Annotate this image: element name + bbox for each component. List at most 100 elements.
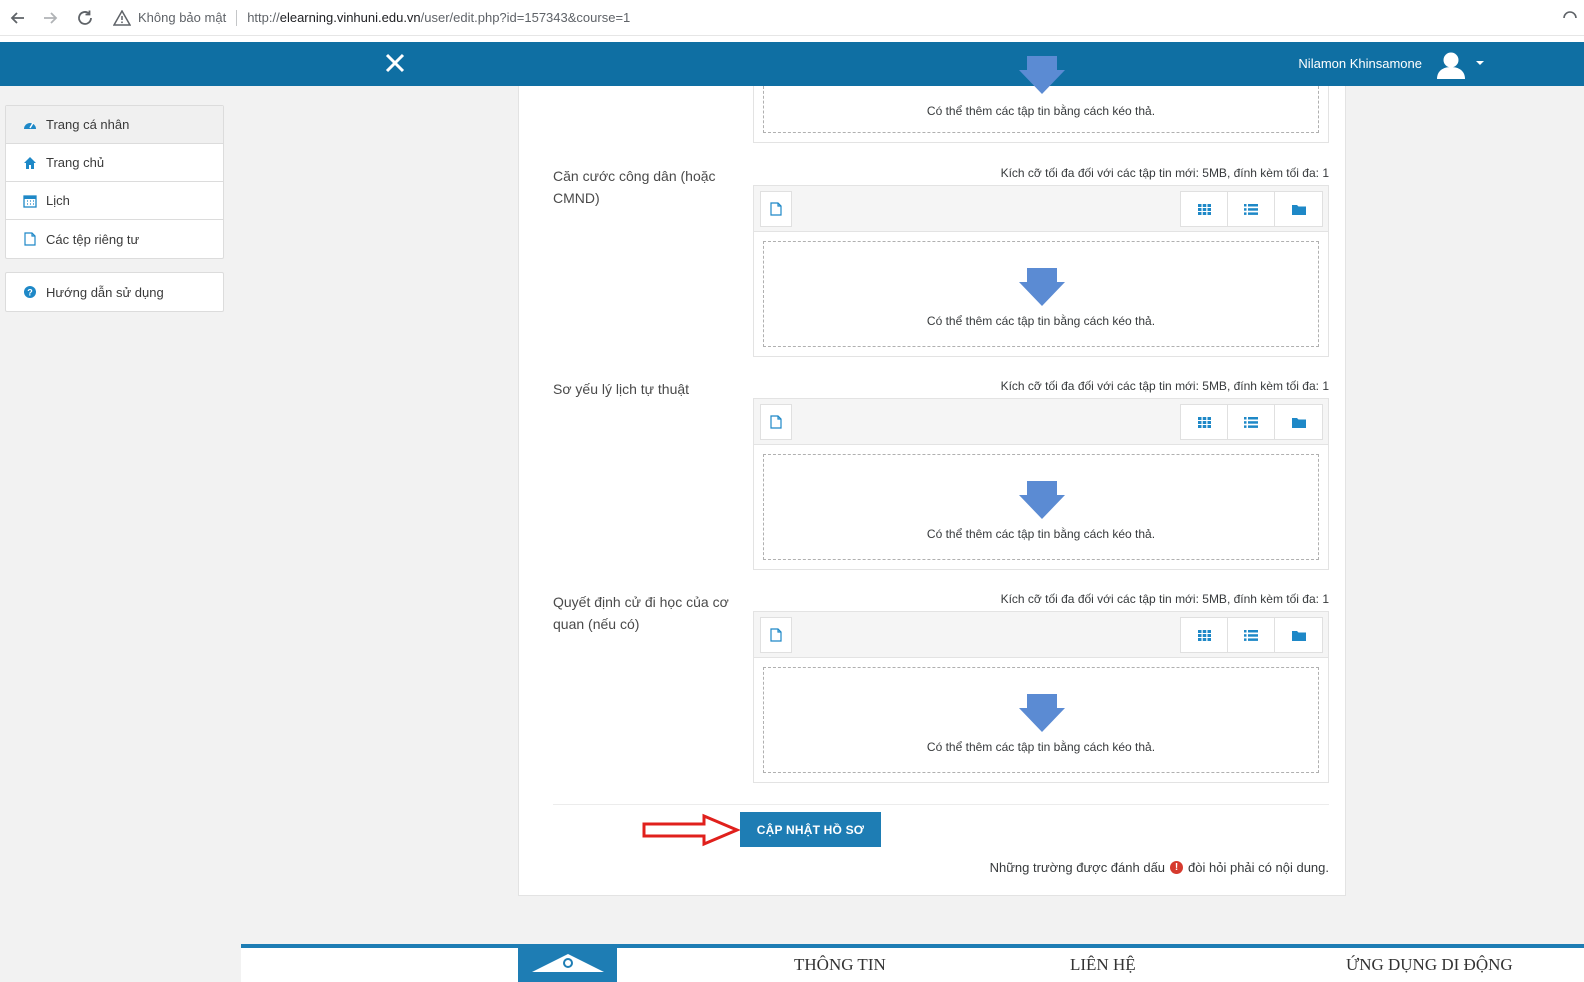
form-divider xyxy=(553,804,1329,805)
address-bar[interactable]: Không bảo mật http://elearning.vinhuni.e… xyxy=(112,0,630,36)
file-icon xyxy=(770,202,782,216)
footer-logo[interactable] xyxy=(518,948,617,982)
required-note: Những trường được đánh dấu ! đòi hỏi phả… xyxy=(990,860,1329,875)
sidebar-help: ? Hướng dẫn sử dụng xyxy=(5,272,224,312)
view-switcher xyxy=(1180,404,1323,440)
user-menu-caret-icon[interactable] xyxy=(1476,61,1484,65)
drop-arrow-icon xyxy=(1019,268,1065,306)
forward-button[interactable] xyxy=(34,0,68,36)
sidebar-nav: Trang cá nhân Trang chủ Lịch Các tệp riê… xyxy=(5,105,224,259)
grid-view-button[interactable] xyxy=(1181,618,1228,652)
dashboard-icon xyxy=(22,117,38,133)
add-file-button[interactable] xyxy=(760,617,792,653)
footer-link-info[interactable]: THÔNG TIN xyxy=(794,955,886,975)
back-button[interactable] xyxy=(0,0,34,36)
menu-icon[interactable] xyxy=(1562,8,1578,28)
security-label: Không bảo mật xyxy=(138,10,227,25)
sidebar-item-label: Trang cá nhân xyxy=(46,117,130,132)
drop-hint: Có thể thêm các tập tin bằng cách kéo th… xyxy=(926,314,1156,328)
max-size-note: Kích cỡ tối đa đối với các tập tin mới: … xyxy=(1000,592,1329,606)
filepicker-dropzone[interactable]: Có thể thêm các tập tin bằng cách kéo th… xyxy=(763,667,1319,773)
required-note-prefix: Những trường được đánh dấu xyxy=(989,860,1166,875)
user-avatar-icon xyxy=(1437,52,1465,79)
field-label-cv: Sơ yếu lý lịch tự thuật xyxy=(553,381,690,397)
drop-arrow-icon xyxy=(1019,56,1065,94)
filepicker-dropzone[interactable]: Có thể thêm các tập tin bằng cách kéo th… xyxy=(763,241,1319,347)
avatar[interactable] xyxy=(1434,48,1468,82)
warning-icon xyxy=(112,9,132,27)
drop-hint: Có thể thêm các tập tin bằng cách kéo th… xyxy=(926,104,1156,118)
sidebar-item-private-files[interactable]: Các tệp riêng tư xyxy=(6,220,223,258)
list-icon xyxy=(1244,203,1258,215)
filepicker-toolbar xyxy=(754,186,1328,232)
sidebar-item-label: Các tệp riêng tư xyxy=(46,231,140,247)
list-icon xyxy=(1244,629,1258,641)
view-switcher xyxy=(1180,191,1323,227)
sidebar-item-home[interactable]: Trang chủ xyxy=(6,144,223,182)
field-label-study-decision: Quyết định cử đi học của cơ quan (nếu có… xyxy=(553,594,729,632)
folder-icon xyxy=(1291,417,1306,428)
folder-view-button[interactable] xyxy=(1275,192,1322,226)
filepicker-study-decision: Có thể thêm các tập tin bằng cách kéo th… xyxy=(753,611,1329,783)
filepicker-id-card: Có thể thêm các tập tin bằng cách kéo th… xyxy=(753,185,1329,357)
required-icon: ! xyxy=(1170,861,1184,874)
top-navbar: Nilamon Khinsamone xyxy=(0,42,1584,86)
folder-view-button[interactable] xyxy=(1275,618,1322,652)
file-icon xyxy=(770,628,782,642)
list-icon xyxy=(1244,416,1258,428)
filepicker-partial: Có thể thêm các tập tin bằng cách kéo th… xyxy=(753,56,1329,143)
drop-hint: Có thể thêm các tập tin bằng cách kéo th… xyxy=(926,527,1156,541)
filepicker-toolbar xyxy=(754,399,1328,445)
sidebar-item-label: Trang chủ xyxy=(46,155,105,170)
address-divider xyxy=(236,9,238,26)
sidebar-item-calendar[interactable]: Lịch xyxy=(6,182,223,220)
user-name[interactable]: Nilamon Khinsamone xyxy=(1298,56,1422,71)
close-drawer-button[interactable] xyxy=(382,50,408,76)
folder-icon xyxy=(1291,204,1306,215)
university-logo-icon xyxy=(532,954,604,972)
drop-arrow-icon xyxy=(1019,694,1065,732)
filepicker-dropzone[interactable]: Có thể thêm các tập tin bằng cách kéo th… xyxy=(763,454,1319,560)
grid-view-button[interactable] xyxy=(1181,405,1228,439)
drop-arrow-icon xyxy=(1019,481,1065,519)
grid-view-button[interactable] xyxy=(1181,192,1228,226)
list-view-button[interactable] xyxy=(1228,192,1275,226)
forward-arrow-icon xyxy=(44,11,58,24)
back-arrow-icon xyxy=(10,11,24,24)
url-host: elearning.vinhuni.edu.vn xyxy=(279,10,421,25)
update-profile-button[interactable]: CẬP NHẬT HỒ SƠ xyxy=(740,812,881,847)
footer-link-contact[interactable]: LIÊN HỆ xyxy=(1070,955,1136,975)
field-label-id-card: Căn cước công dân (hoặc CMND) xyxy=(553,168,716,206)
filepicker-cv: Có thể thêm các tập tin bằng cách kéo th… xyxy=(753,398,1329,570)
sidebar-item-help[interactable]: ? Hướng dẫn sử dụng xyxy=(6,273,223,311)
reload-button[interactable] xyxy=(68,0,102,36)
file-icon xyxy=(22,231,38,247)
file-icon xyxy=(770,415,782,429)
add-file-button[interactable] xyxy=(760,404,792,440)
calendar-icon xyxy=(22,193,38,209)
filepicker-dropzone[interactable]: Có thể thêm các tập tin bằng cách kéo th… xyxy=(763,56,1319,133)
drop-hint: Có thể thêm các tập tin bằng cách kéo th… xyxy=(926,740,1156,754)
red-arrow-annotation-icon xyxy=(642,813,741,847)
browser-toolbar: Không bảo mật http://elearning.vinhuni.e… xyxy=(0,0,1584,36)
help-icon: ? xyxy=(22,284,38,300)
sidebar-item-dashboard[interactable]: Trang cá nhân xyxy=(6,106,223,144)
list-view-button[interactable] xyxy=(1228,618,1275,652)
reload-icon xyxy=(78,10,92,25)
folder-view-button[interactable] xyxy=(1275,405,1322,439)
required-note-suffix: đòi hỏi phải có nội dung. xyxy=(1188,860,1329,875)
svg-text:?: ? xyxy=(27,288,33,298)
url-prefix: http:// xyxy=(247,10,280,25)
grid-icon xyxy=(1197,629,1211,641)
grid-icon xyxy=(1197,416,1211,428)
add-file-button[interactable] xyxy=(760,191,792,227)
max-size-note: Kích cỡ tối đa đối với các tập tin mới: … xyxy=(1000,379,1329,393)
sidebar-item-label: Lịch xyxy=(46,193,70,208)
max-size-note: Kích cỡ tối đa đối với các tập tin mới: … xyxy=(1000,166,1329,180)
view-switcher xyxy=(1180,617,1323,653)
sidebar-item-label: Hướng dẫn sử dụng xyxy=(46,284,164,300)
grid-icon xyxy=(1197,203,1211,215)
home-icon xyxy=(22,155,38,171)
list-view-button[interactable] xyxy=(1228,405,1275,439)
footer-link-mobile-app[interactable]: ỨNG DỤNG DI ĐỘNG xyxy=(1346,955,1513,975)
